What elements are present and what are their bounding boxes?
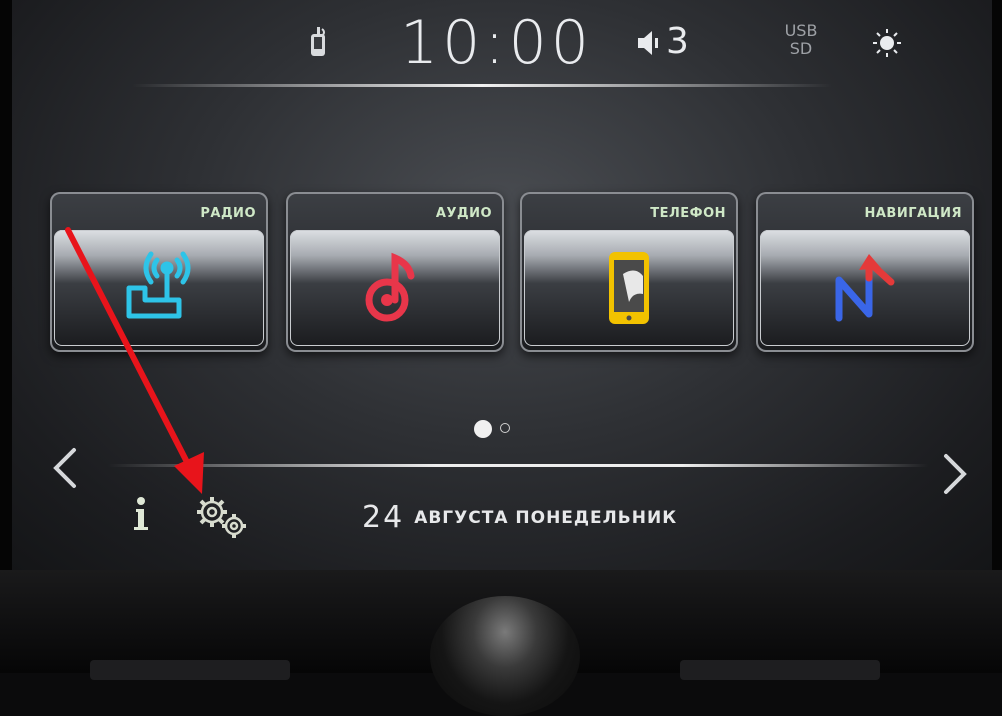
speaker-icon[interactable] <box>638 30 660 56</box>
music-note-icon <box>365 252 415 322</box>
volume-level: 3 <box>666 21 689 62</box>
chevron-right-icon[interactable] <box>940 452 970 496</box>
radio-antenna-icon <box>126 251 191 319</box>
info-icon[interactable] <box>130 496 152 532</box>
console-knob <box>430 596 580 716</box>
tile-navigation[interactable]: НАВИГАЦИЯ <box>756 192 974 352</box>
tile-phone[interactable]: ТЕЛЕФОН <box>520 192 738 352</box>
phone-signal-icon <box>311 27 325 56</box>
smartphone-icon <box>609 252 649 324</box>
navigation-route-icon <box>835 254 895 322</box>
settings-gears-icon[interactable] <box>192 494 254 538</box>
tile-audio[interactable]: АУДИО <box>286 192 504 352</box>
bottom-divider <box>108 464 928 467</box>
page-dot-active[interactable] <box>474 420 492 438</box>
media-source-usb: USB <box>784 21 818 40</box>
clock: 10:00 <box>400 8 593 78</box>
tile-label: АУДИО <box>435 206 492 221</box>
date-day: 24 <box>362 500 405 535</box>
tile-label: НАВИГАЦИЯ <box>864 206 962 221</box>
status-bar: 10:00 3 USB SD <box>12 0 992 90</box>
console-panel-right <box>680 660 880 680</box>
tile-radio[interactable]: РАДИО <box>50 192 268 352</box>
date-display: 24 АВГУСТА ПОНЕДЕЛЬНИК <box>362 500 677 535</box>
chevron-left-icon[interactable] <box>50 446 80 490</box>
page-dot-inactive[interactable] <box>500 423 510 433</box>
console-panel-left <box>90 660 290 680</box>
top-divider <box>132 84 832 87</box>
infotainment-screen: 10:00 3 USB SD РАДИО АУДИО ТЕЛЕФОН НАВИГ… <box>12 0 992 570</box>
media-source-indicator: USB SD <box>766 22 836 58</box>
brightness-icon[interactable] <box>872 28 902 58</box>
tile-label: ТЕЛЕФОН <box>650 206 726 221</box>
date-text: АВГУСТА ПОНЕДЕЛЬНИК <box>414 507 678 528</box>
media-source-sd: SD <box>789 39 813 58</box>
tile-label: РАДИО <box>200 206 256 221</box>
